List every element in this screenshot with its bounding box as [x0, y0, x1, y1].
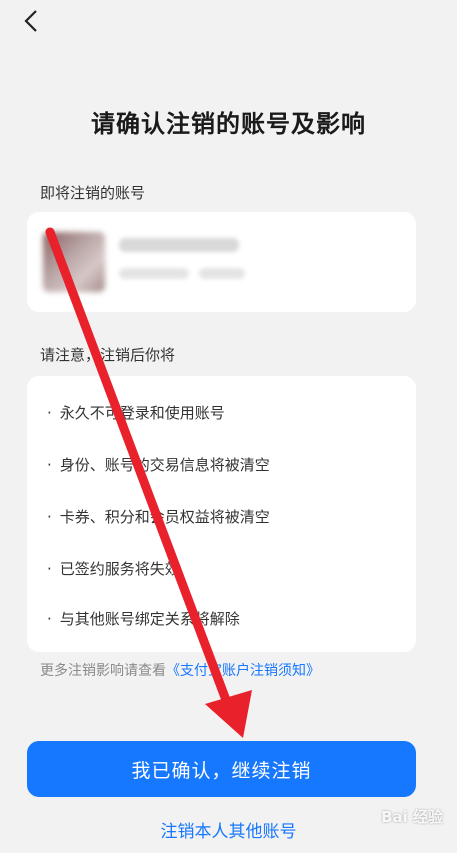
avatar — [43, 232, 105, 292]
effects-card: · 永久不可登录和使用账号 · 身份、账号的交易信息将被清空 · 卡券、积分和会员权益… — [27, 376, 416, 652]
bullet: · — [47, 508, 52, 526]
effect-item: · 卡券、积分和会员权益将被清空 — [47, 508, 270, 526]
more-info-text: 更多注销影响请查看《支付宝账户注销须知》 — [40, 663, 320, 679]
effect-item: · 永久不可登录和使用账号 — [47, 404, 225, 422]
effects-section-label: 请注意，注销后你将 — [40, 346, 176, 364]
account-meta-blurred — [119, 268, 189, 279]
page-title: 请确认注销的账号及影响 — [91, 110, 366, 138]
back-button[interactable] — [16, 6, 46, 36]
effect-item: · 身份、账号的交易信息将被清空 — [47, 456, 270, 474]
account-name-blurred — [119, 238, 239, 252]
account-section-label: 即将注销的账号 — [40, 184, 146, 202]
effect-item: · 与其他账号绑定关系将解除 — [47, 610, 240, 628]
account-card — [27, 212, 416, 312]
account-meta-blurred — [199, 268, 245, 279]
confirm-cancel-account-button[interactable]: 我已确认，继续注销 — [27, 741, 416, 797]
bullet: · — [47, 456, 52, 474]
bullet: · — [47, 404, 52, 422]
chevron-left-icon — [24, 10, 37, 32]
watermark: Bai 经验 — [381, 808, 443, 826]
bullet: · — [47, 560, 52, 578]
effect-item: · 已签约服务将失效 — [47, 560, 180, 578]
terms-link[interactable]: 《支付宝账户注销须知》 — [166, 663, 320, 679]
bullet: · — [47, 610, 52, 628]
